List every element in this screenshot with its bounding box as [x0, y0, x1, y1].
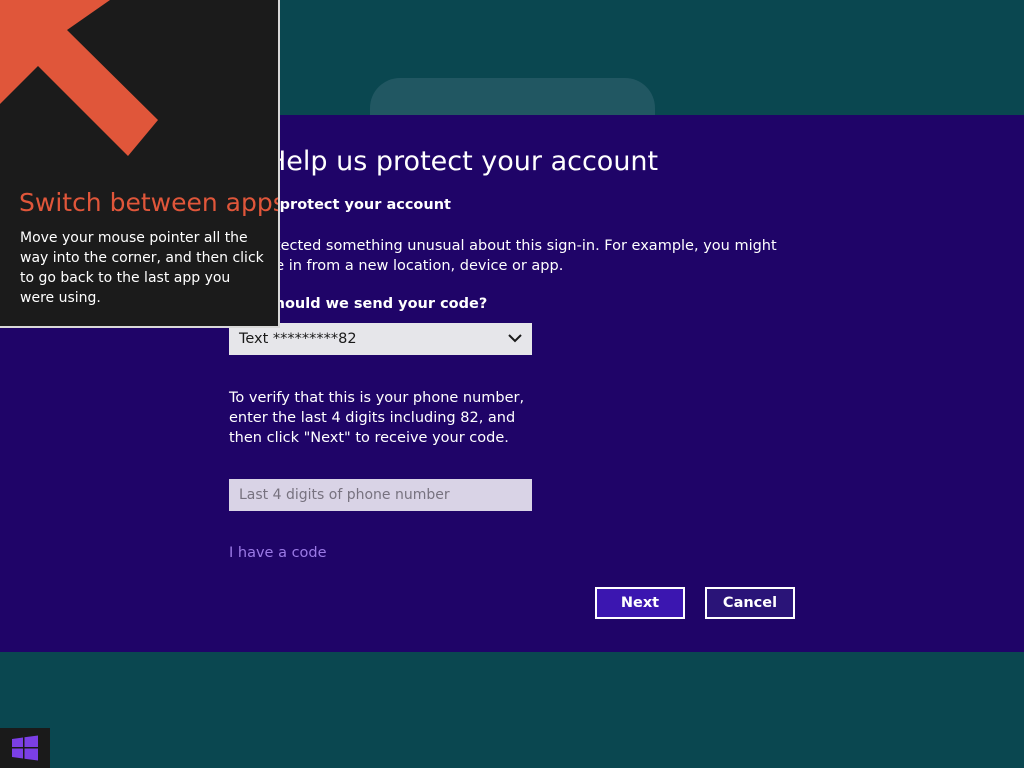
dialog-title: Help us protect your account — [266, 146, 659, 177]
chevron-down-icon — [508, 334, 522, 343]
have-code-link[interactable]: I have a code — [229, 545, 327, 561]
phone-digits-input[interactable] — [229, 479, 532, 511]
next-button[interactable]: Next — [595, 587, 685, 619]
windows-logo-icon — [12, 735, 38, 761]
verify-instructions: To verify that this is your phone number… — [229, 390, 525, 446]
desktop-screen: Help us protect your account s protect y… — [0, 0, 1024, 768]
background-graphic — [370, 78, 655, 118]
tip-title: Switch between apps — [19, 188, 280, 217]
send-code-label: should we send your code? — [266, 296, 488, 312]
arrow-up-left-icon — [0, 0, 158, 156]
tip-body: Move your mouse pointer all the way into… — [20, 230, 264, 306]
switch-apps-tip: Switch between apps Move your mouse poin… — [0, 0, 280, 328]
cancel-button[interactable]: Cancel — [705, 587, 795, 619]
dialog-description: etected something unusual about this sig… — [266, 238, 777, 274]
code-method-value: Text *********82 — [239, 331, 357, 347]
start-button[interactable] — [0, 728, 50, 768]
dialog-subtitle: s protect your account — [266, 197, 451, 213]
